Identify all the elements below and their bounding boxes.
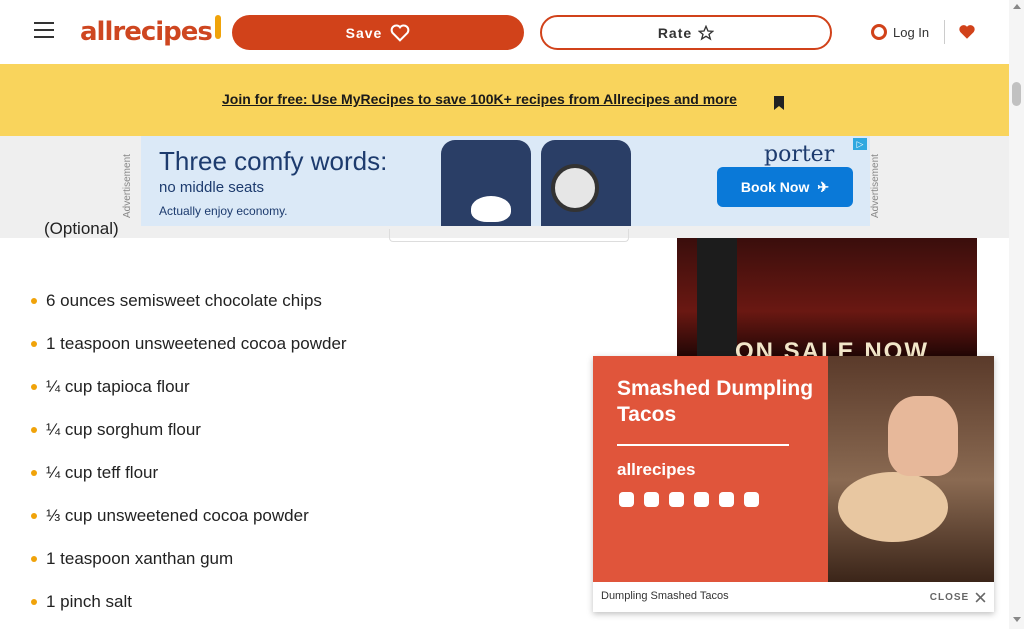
logo-text: allrecipes	[80, 17, 213, 47]
bullet-icon	[31, 470, 37, 476]
scroll-up-arrow-icon[interactable]	[1013, 4, 1021, 9]
page: allrecipes Save Rate Log In Join for fre…	[0, 0, 1024, 629]
ingredient-item[interactable]: 1 pinch salt	[30, 589, 375, 615]
page-scrollbar[interactable]	[1009, 0, 1024, 629]
hand-image	[888, 396, 958, 476]
scroll-thumb[interactable]	[1012, 82, 1021, 106]
ingredient-item[interactable]: ¼ cup sorghum flour	[30, 417, 375, 443]
star-icon	[698, 24, 715, 40]
ingredient-partial: (Optional)	[44, 219, 119, 238]
social-icons	[619, 492, 759, 507]
instagram-icon	[669, 492, 684, 507]
login-label: Log In	[893, 24, 930, 40]
site-header: allrecipes Save Rate Log In	[0, 0, 1009, 64]
rate-label: Rate	[657, 24, 693, 41]
ingredient-text: ¼ cup teff flour	[46, 463, 159, 482]
top-ad-banner[interactable]: Three comfy words: no middle seats Actua…	[141, 136, 870, 226]
content-card-edge	[389, 229, 629, 242]
ingredient-item[interactable]: 1 teaspoon unsweetened cocoa powder	[30, 331, 375, 357]
menu-button[interactable]	[31, 16, 57, 44]
bullet-icon	[31, 513, 37, 519]
tiktok-icon	[644, 492, 659, 507]
spoon-icon	[214, 15, 221, 39]
ingredient-text: ¼ cup sorghum flour	[46, 420, 201, 439]
login-link[interactable]: Log In	[871, 20, 929, 44]
save-button[interactable]: Save	[232, 15, 524, 50]
site-logo[interactable]: allrecipes	[80, 15, 221, 49]
hamburger-icon	[34, 22, 54, 24]
hamburger-icon	[34, 36, 54, 38]
hamburger-icon	[34, 29, 54, 31]
ingredient-text: ¼ cup tapioca flour	[46, 377, 190, 396]
ad-subline: no middle seats	[159, 179, 265, 196]
bullet-icon	[31, 384, 37, 390]
bullet-icon	[31, 341, 37, 347]
video-frame-image	[828, 356, 994, 582]
heart-icon	[390, 23, 410, 42]
close-icon	[975, 592, 986, 602]
ad-headline: Three comfy words:	[159, 146, 388, 176]
ingredient-text: 1 teaspoon xanthan gum	[46, 549, 234, 568]
ad-book-now-button[interactable]: Book Now ✈	[717, 167, 853, 207]
save-label: Save	[345, 24, 383, 41]
video-logo: allrecipes	[617, 460, 696, 479]
bullet-icon	[31, 298, 37, 304]
ingredient-text: 1 teaspoon unsweetened cocoa powder	[46, 334, 347, 353]
header-divider	[944, 20, 945, 44]
video-rule	[617, 444, 789, 446]
ad-brand: porter	[764, 142, 835, 167]
ad-bird-image	[471, 196, 511, 222]
ingredient-item[interactable]: 6 ounces semisweet chocolate chips	[30, 288, 375, 314]
facebook-icon	[694, 492, 709, 507]
ingredient-item[interactable]: ⅓ cup unsweetened cocoa powder	[30, 503, 375, 529]
ingredient-item[interactable]: ¼ cup teff flour	[30, 460, 375, 486]
bullet-icon	[31, 599, 37, 605]
bullet-icon	[31, 556, 37, 562]
tortilla-image	[838, 472, 948, 542]
scroll-down-arrow-icon[interactable]	[1013, 617, 1021, 622]
ingredient-item[interactable]: ¼ cup tapioca flour	[30, 374, 375, 400]
bullet-icon	[31, 427, 37, 433]
ad-choices-icon[interactable]: ▷	[853, 138, 867, 150]
close-label: CLOSE	[929, 591, 970, 603]
promo-bookmark-button[interactable]	[771, 94, 787, 112]
bookmark-icon	[774, 96, 784, 110]
promo-banner: Join for free: Use MyRecipes to save 100…	[0, 64, 1009, 136]
video-close-button[interactable]: CLOSE	[923, 584, 993, 610]
ingredient-item[interactable]: 1 teaspoon xanthan gum	[30, 546, 375, 572]
video-title: Smashed Dumpling Tacos	[617, 377, 814, 426]
ad-raccoon-image	[551, 164, 599, 212]
ad-cta-label: Book Now	[740, 179, 810, 195]
rate-button[interactable]: Rate	[540, 15, 832, 50]
poster-box-image	[697, 238, 737, 358]
ingredient-text: 1 pinch salt	[46, 592, 132, 611]
video-caption: Dumpling Smashed Tacos	[601, 590, 729, 602]
heart-icon	[959, 25, 975, 39]
youtube-icon	[619, 492, 634, 507]
ingredient-text: ⅓ cup unsweetened cocoa powder	[46, 506, 309, 525]
favorites-button[interactable]	[957, 18, 977, 46]
ingredient-text: 6 ounces semisweet chocolate chips	[46, 291, 322, 310]
side-ad-poster[interactable]: ON SALE NOW	[677, 238, 977, 360]
x-icon	[719, 492, 734, 507]
user-circle-icon	[871, 24, 887, 40]
promo-link[interactable]: Join for free: Use MyRecipes to save 100…	[222, 91, 756, 113]
video-title-card: Smashed Dumpling Tacos allrecipes	[593, 356, 828, 582]
airplane-icon: ✈	[817, 178, 830, 195]
ad-label: Advertisement	[870, 154, 881, 218]
video-player[interactable]: Smashed Dumpling Tacos allrecipes Dumpli…	[593, 356, 994, 612]
pinterest-icon	[744, 492, 759, 507]
